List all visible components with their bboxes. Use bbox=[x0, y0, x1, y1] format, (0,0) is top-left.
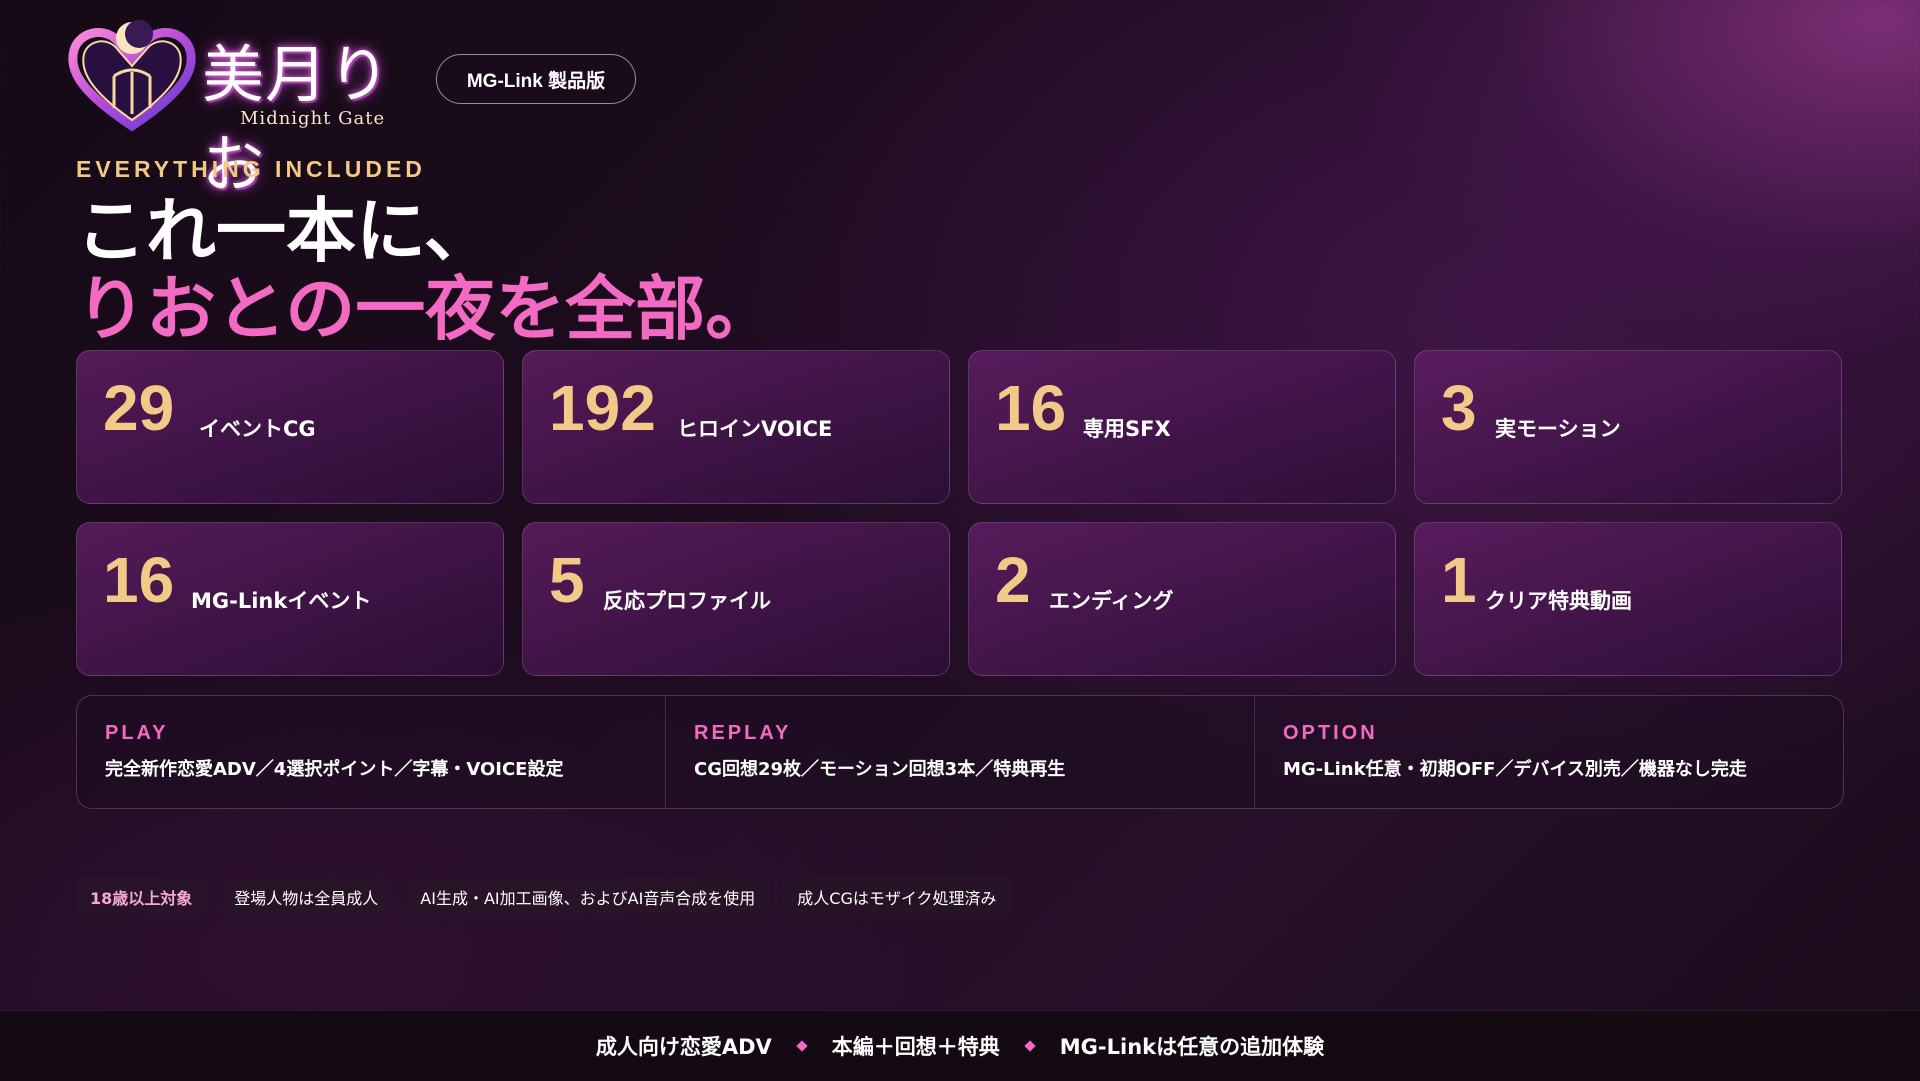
feature-option: OPTION MG-Link任意・初期OFF／デバイス別売／機器なし完走 bbox=[1254, 696, 1843, 808]
stat-value: 16 bbox=[995, 372, 1067, 444]
stat-card: 16 専用SFX bbox=[968, 350, 1396, 504]
notice-tag: 登場人物は全員成人 bbox=[220, 876, 393, 918]
stat-label: エンディング bbox=[1049, 589, 1174, 613]
stat-card: 1 クリア特典動画 bbox=[1414, 522, 1842, 676]
edition-badge: MG-Link 製品版 bbox=[436, 54, 636, 104]
hero-eyebrow: EVERYTHING INCLUDED bbox=[76, 156, 426, 182]
heart-moon-emblem-icon bbox=[68, 20, 196, 132]
feature-heading: PLAY bbox=[105, 722, 169, 744]
feature-body: 完全新作恋愛ADV／4選択ポイント／字幕・VOICE設定 bbox=[105, 759, 564, 780]
stat-value: 3 bbox=[1441, 372, 1477, 444]
feature-replay: REPLAY CG回想29枚／モーション回想3本／特典再生 bbox=[665, 696, 1254, 808]
stat-value: 16 bbox=[103, 544, 175, 616]
stat-card: 3 実モーション bbox=[1414, 350, 1842, 504]
stat-card: 29 イベントCG bbox=[76, 350, 504, 504]
stat-value: 5 bbox=[549, 544, 585, 616]
footer-item: 成人向け恋愛ADV bbox=[595, 1035, 772, 1059]
feature-heading: OPTION bbox=[1283, 722, 1378, 744]
feature-body: CG回想29枚／モーション回想3本／特典再生 bbox=[694, 759, 1066, 780]
stat-label: 専用SFX bbox=[1083, 417, 1171, 441]
headline-line-1: これ一本に、 bbox=[76, 190, 494, 272]
headline-line-2: りおとの一夜を全部。 bbox=[76, 268, 776, 350]
diamond-icon bbox=[796, 1040, 808, 1052]
features-panel: PLAY 完全新作恋愛ADV／4選択ポイント／字幕・VOICE設定 REPLAY… bbox=[76, 695, 1844, 809]
stat-label: 反応プロファイル bbox=[603, 589, 771, 613]
feature-body: MG-Link任意・初期OFF／デバイス別売／機器なし完走 bbox=[1283, 759, 1747, 780]
hero-headline: これ一本に、 りおとの一夜を全部。 bbox=[76, 192, 775, 348]
stat-label: ヒロインVOICE bbox=[677, 417, 833, 441]
stat-card: 192 ヒロインVOICE bbox=[522, 350, 950, 504]
footer-bar: 成人向け恋愛ADV 本編＋回想＋特典 MG-Linkは任意の追加体験 bbox=[0, 1010, 1920, 1081]
notice-tag: 成人CGはモザイク処理済み bbox=[783, 876, 1011, 918]
footer-item: 本編＋回想＋特典 bbox=[831, 1035, 1000, 1059]
diamond-icon bbox=[1024, 1040, 1036, 1052]
stat-value: 1 bbox=[1441, 544, 1477, 616]
stat-value: 192 bbox=[549, 372, 656, 444]
stat-label: 実モーション bbox=[1495, 417, 1621, 441]
feature-heading: REPLAY bbox=[694, 722, 792, 744]
notice-tags: 18歳以上対象 登場人物は全員成人 AI生成・AI加工画像、およびAI音声合成を… bbox=[76, 876, 1011, 918]
brand-subtitle: Midnight Gate bbox=[240, 108, 386, 129]
age-rating-tag: 18歳以上対象 bbox=[76, 876, 207, 918]
stat-card: 2 エンディング bbox=[968, 522, 1396, 676]
stat-card: 16 MG-Linkイベント bbox=[76, 522, 504, 676]
brand-logo: 美月りお Midnight Gate bbox=[64, 16, 424, 201]
stat-card: 5 反応プロファイル bbox=[522, 522, 950, 676]
stat-label: イベントCG bbox=[199, 417, 316, 441]
stat-label: クリア特典動画 bbox=[1485, 589, 1632, 613]
stats-grid: 29 イベントCG 192 ヒロインVOICE 16 専用SFX 3 実モーショ… bbox=[76, 350, 1844, 676]
feature-play: PLAY 完全新作恋愛ADV／4選択ポイント／字幕・VOICE設定 bbox=[77, 696, 665, 808]
notice-tag: AI生成・AI加工画像、およびAI音声合成を使用 bbox=[406, 876, 770, 918]
stat-value: 29 bbox=[103, 372, 175, 444]
stat-label: MG-Linkイベント bbox=[191, 589, 372, 613]
stat-value: 2 bbox=[995, 544, 1031, 616]
footer-item: MG-Linkは任意の追加体験 bbox=[1059, 1035, 1325, 1059]
